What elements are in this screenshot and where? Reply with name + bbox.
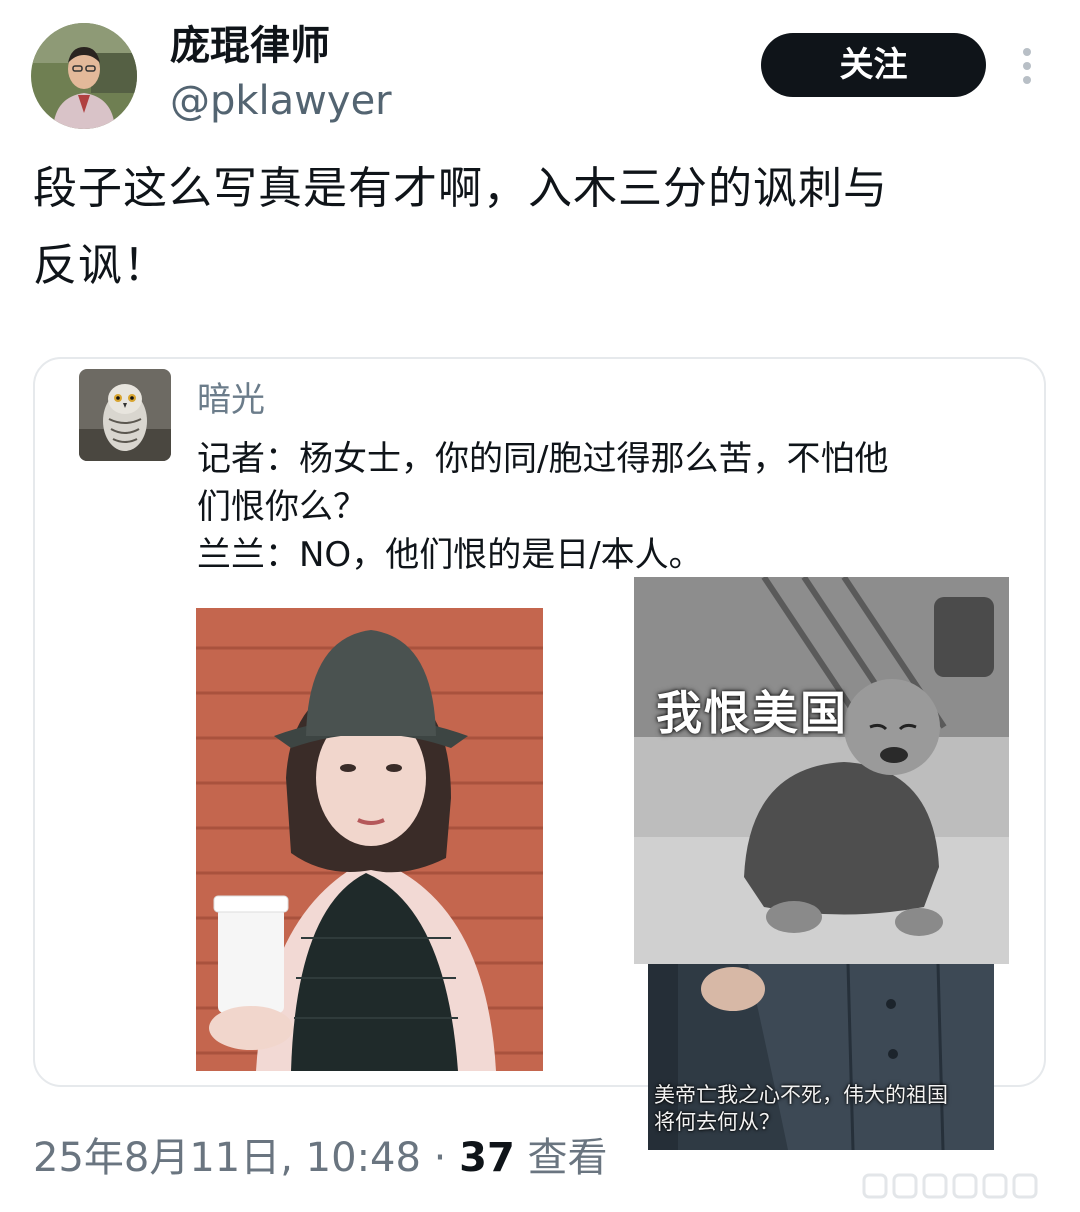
man-photo[interactable]: 美帝亡我之心不死，伟大的祖国 将何去何从？	[648, 964, 994, 1150]
tweet-datetime[interactable]: 25年8月11日, 10:48	[33, 1135, 421, 1181]
child-photo-caption: 我恨美国	[656, 686, 848, 740]
follow-button[interactable]: 关注	[761, 33, 986, 97]
quoted-author-avatar[interactable]	[79, 369, 171, 461]
views-count: 37	[459, 1135, 515, 1181]
crying-child-photo[interactable]: 我恨美国	[634, 577, 1009, 964]
tweet-text: 段子这么写真是有才啊，入木三分的讽刺与 反讽！	[33, 163, 888, 291]
man-photo-caption: 美帝亡我之心不死，伟大的祖国 将何去何从？	[654, 1083, 948, 1134]
meta-separator: ·	[433, 1135, 447, 1181]
tweet-meta: 25年8月11日, 10:48 · 37 查看	[33, 1130, 608, 1186]
views-label: 查看	[527, 1135, 608, 1181]
author-avatar[interactable]	[31, 23, 137, 129]
woman-photo[interactable]	[196, 608, 543, 1071]
author-avatar-image	[31, 23, 137, 129]
quoted-tweet-text: 记者：杨女士，你的同/胞过得那么苦，不怕他 们恨你么？ 兰兰：NO，他们恨的是日…	[197, 439, 889, 575]
watermark-logo	[862, 1172, 1062, 1200]
author-handle[interactable]: @pklawyer	[170, 76, 392, 126]
owl-avatar-image	[79, 369, 171, 461]
author-display-name[interactable]: 庞琨律师	[170, 22, 330, 70]
quoted-author-name[interactable]: 暗光	[197, 376, 265, 424]
more-options-icon[interactable]	[1012, 44, 1042, 88]
